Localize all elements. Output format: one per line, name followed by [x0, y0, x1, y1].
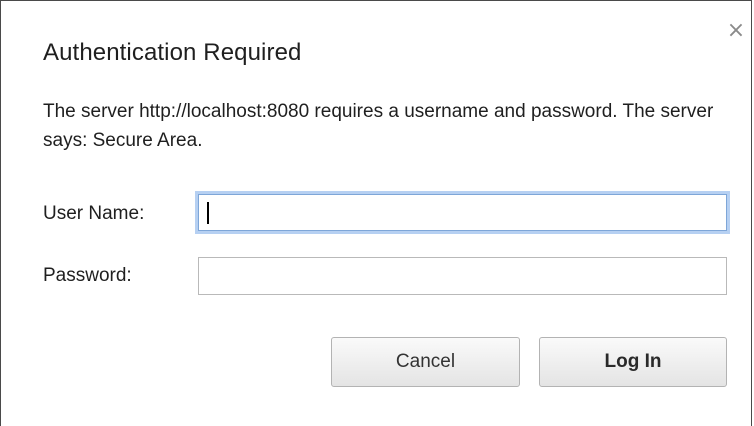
- auth-dialog: × Authentication Required The server htt…: [0, 0, 752, 426]
- dialog-title: Authentication Required: [43, 39, 302, 66]
- username-field[interactable]: [198, 194, 727, 231]
- password-label: Password:: [43, 265, 132, 286]
- cancel-button[interactable]: Cancel: [331, 337, 520, 387]
- username-label: User Name:: [43, 203, 145, 224]
- login-button[interactable]: Log In: [539, 337, 727, 387]
- dialog-message: The server http://localhost:8080 require…: [43, 101, 714, 151]
- password-field[interactable]: [198, 257, 727, 295]
- close-icon[interactable]: ×: [725, 20, 747, 42]
- text-caret: [207, 202, 209, 224]
